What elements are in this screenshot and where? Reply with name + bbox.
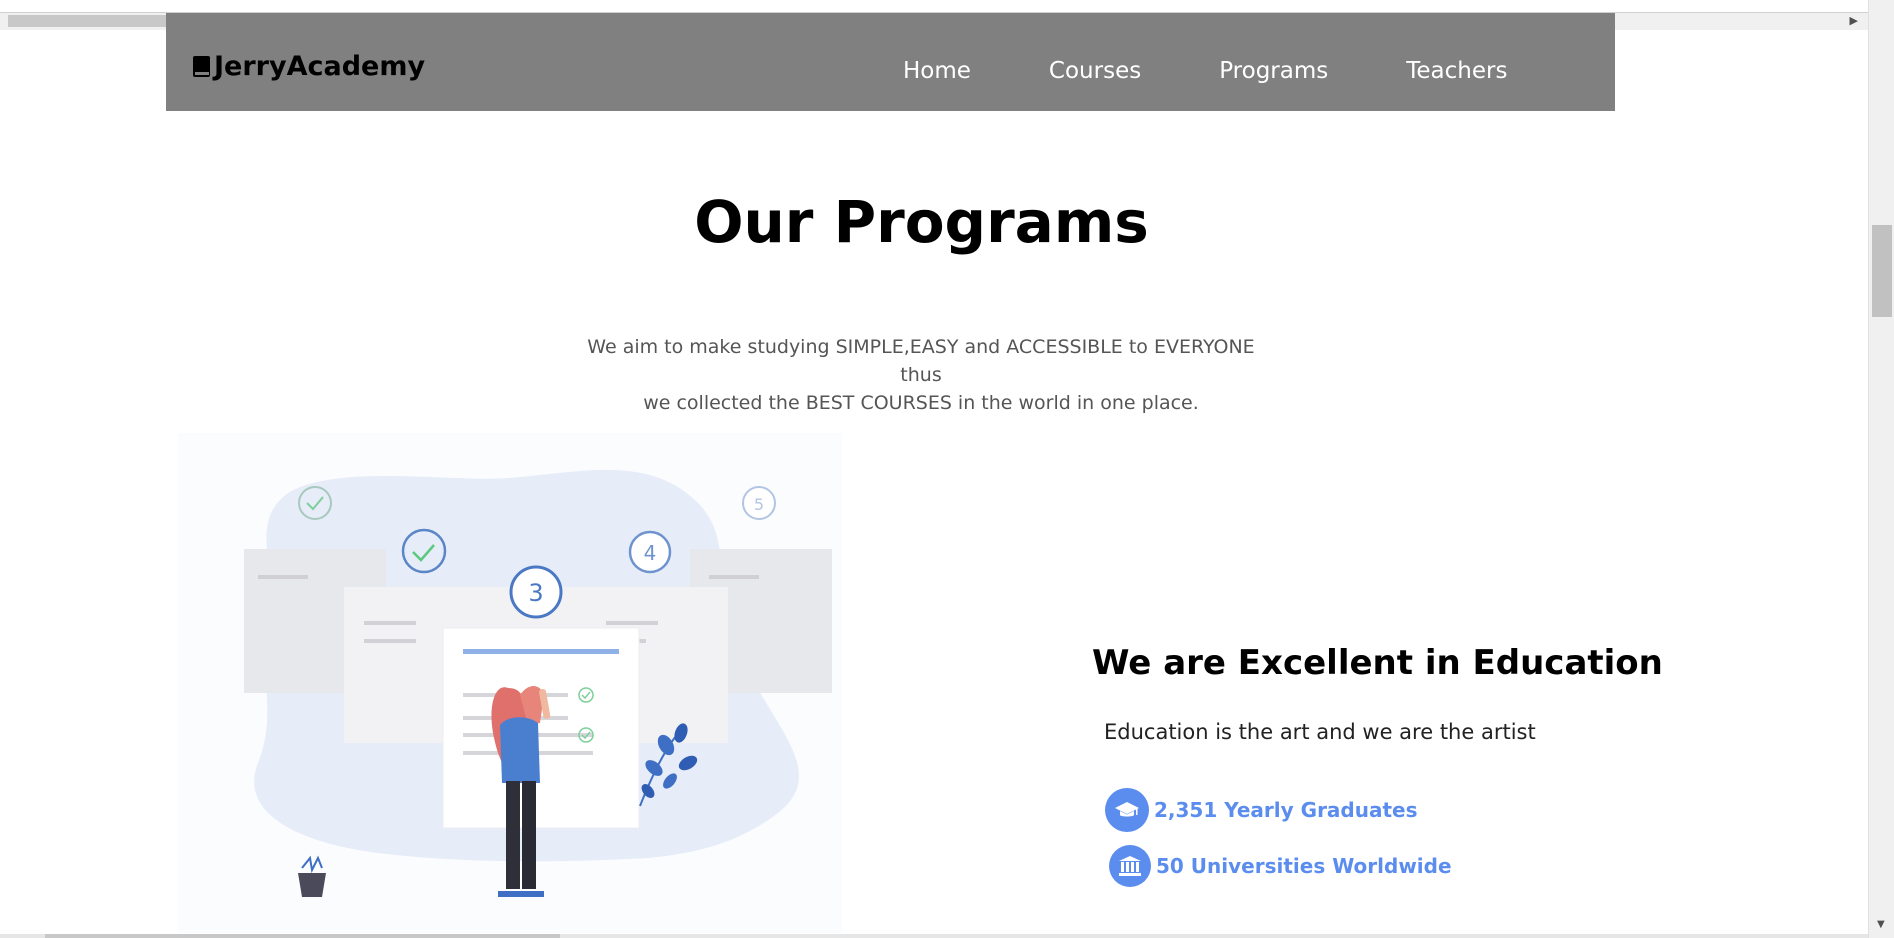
- section-description: We aim to make studying SIMPLE,EASY and …: [566, 333, 1276, 417]
- excellence-title: We are Excellent in Education: [1092, 643, 1663, 683]
- navbar: JerryAcademy Home Courses Programs Teach…: [166, 13, 1615, 111]
- vertical-scrollbar-thumb[interactable]: [1872, 225, 1892, 317]
- horizontal-scrollbar-bottom-thumb[interactable]: [45, 934, 560, 938]
- description-line-2: we collected the BEST COURSES in the wor…: [643, 392, 1199, 414]
- scroll-right-arrow-icon[interactable]: ▶: [1850, 14, 1858, 27]
- programs-illustration: 3 4 5: [178, 433, 842, 933]
- scroll-down-arrow-icon[interactable]: ▼: [1877, 919, 1885, 930]
- excellence-subtitle: Education is the art and we are the arti…: [1104, 720, 1536, 744]
- nav-links: Home Courses Programs Teachers: [903, 58, 1585, 84]
- step-3-label: 3: [528, 579, 543, 607]
- step-3-circle: 3: [509, 565, 563, 619]
- nav-programs[interactable]: Programs: [1219, 58, 1328, 84]
- nav-courses[interactable]: Courses: [1049, 58, 1141, 84]
- graduation-cap-icon: [1105, 788, 1149, 832]
- university-icon: [1109, 845, 1151, 887]
- nav-teachers[interactable]: Teachers: [1406, 58, 1507, 84]
- stat-universities: 50 Universities Worldwide: [1109, 845, 1452, 887]
- stat-universities-label: 50 Universities Worldwide: [1156, 854, 1452, 878]
- brand-name: JerryAcademy: [214, 51, 426, 82]
- book-icon: [193, 55, 210, 77]
- card-front: [442, 627, 640, 829]
- vertical-scrollbar[interactable]: ▼: [1868, 0, 1894, 938]
- section-title: Our Programs: [694, 188, 1149, 256]
- horizontal-scrollbar-thumb[interactable]: [8, 15, 166, 27]
- horizontal-scrollbar-bottom[interactable]: [0, 934, 1868, 938]
- stat-graduates: 2,351 Yearly Graduates: [1105, 788, 1418, 832]
- stat-graduates-label: 2,351 Yearly Graduates: [1154, 798, 1418, 822]
- step-4-label: 4: [644, 541, 657, 565]
- step-5-label: 5: [754, 495, 764, 514]
- description-line-1: We aim to make studying SIMPLE,EASY and …: [587, 336, 1255, 386]
- step-4-circle: 4: [628, 530, 672, 574]
- brand-logo[interactable]: JerryAcademy: [192, 51, 425, 82]
- nav-home[interactable]: Home: [903, 58, 971, 84]
- step-5-circle: 5: [742, 486, 776, 520]
